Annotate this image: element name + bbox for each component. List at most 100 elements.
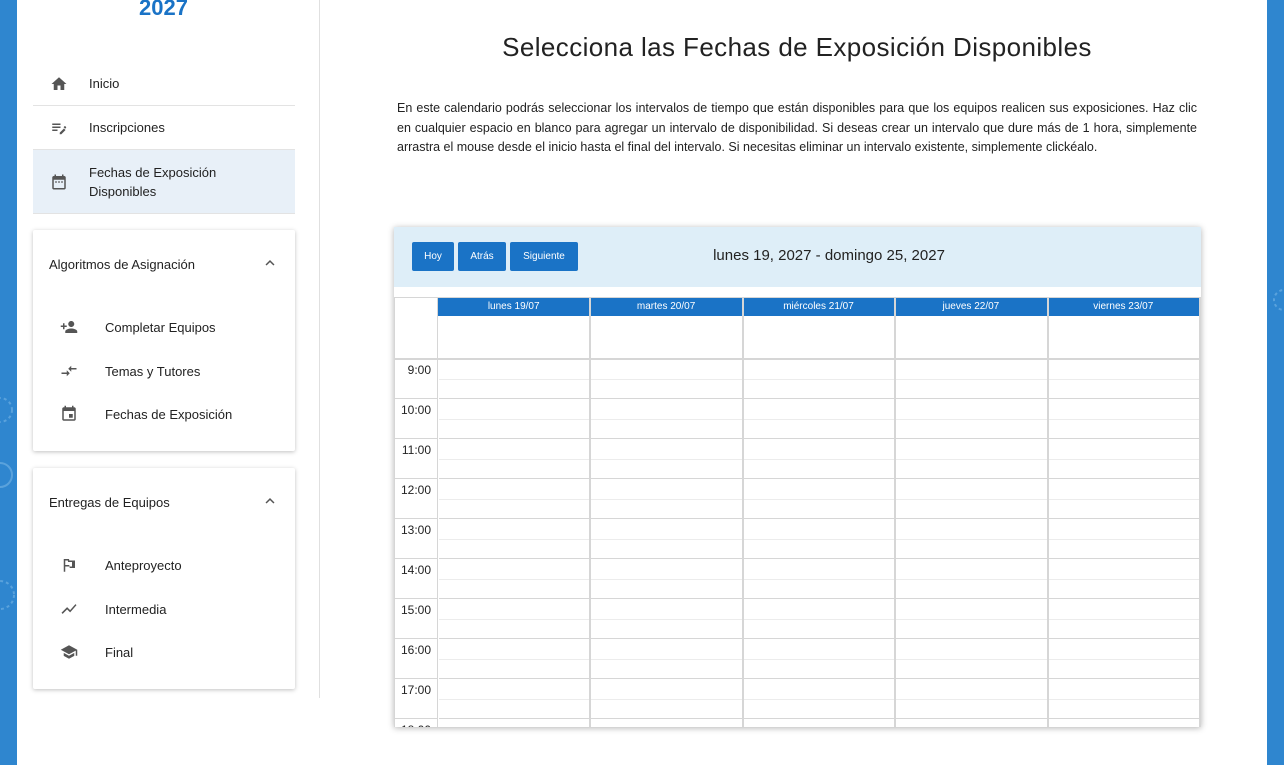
panel-header-algoritmos[interactable]: Algoritmos de Asignación xyxy=(49,254,279,274)
half-hour-line xyxy=(896,619,1047,620)
calendar-icon xyxy=(33,173,89,191)
availability-calendar: Hoy Atrás Siguiente lunes 19, 2027 - dom… xyxy=(394,227,1201,727)
grid-line xyxy=(394,598,437,599)
panel-header-entregas[interactable]: Entregas de Equipos xyxy=(49,492,279,512)
half-hour-line xyxy=(743,659,895,660)
time-label: 17:00 xyxy=(400,683,431,697)
half-hour-line xyxy=(743,499,895,500)
group-add-icon xyxy=(49,318,105,336)
half-hour-line xyxy=(591,499,742,500)
half-hour-line xyxy=(591,459,742,460)
all-day-slot[interactable] xyxy=(1048,316,1199,358)
time-label: 10:00 xyxy=(400,403,431,417)
half-hour-line xyxy=(1048,459,1199,460)
grid-line xyxy=(394,478,437,479)
half-hour-line xyxy=(439,619,590,620)
all-day-slot[interactable] xyxy=(743,316,894,358)
half-hour-line xyxy=(1048,379,1199,380)
half-hour-line xyxy=(439,419,590,420)
menu-item-label: Temas y Tutores xyxy=(105,363,201,379)
time-slot[interactable] xyxy=(439,719,589,727)
half-hour-line xyxy=(591,699,742,700)
grid-line xyxy=(394,438,437,439)
all-day-slot[interactable] xyxy=(590,316,741,358)
calendar-date-range: lunes 19, 2027 - domingo 25, 2027 xyxy=(713,247,945,264)
half-hour-line xyxy=(439,539,590,540)
half-hour-line xyxy=(591,539,742,540)
edit-note-icon xyxy=(33,119,89,137)
time-label: 12:00 xyxy=(400,483,431,497)
half-hour-line xyxy=(896,539,1047,540)
half-hour-line xyxy=(591,379,742,380)
day-header: lunes 19/07 xyxy=(438,298,590,316)
all-day-slot[interactable] xyxy=(438,316,589,358)
half-hour-line xyxy=(896,579,1047,580)
menu-item-temas-tutores[interactable]: Temas y Tutores xyxy=(49,358,279,384)
half-hour-line xyxy=(439,499,590,500)
grid-line xyxy=(394,518,437,519)
half-hour-line xyxy=(743,459,895,460)
app-window: 2027 Inicio Inscripciones Fechas de Expo… xyxy=(17,0,1267,765)
grid-line xyxy=(394,297,395,727)
time-slot[interactable] xyxy=(1049,719,1199,727)
time-label: 18:00 xyxy=(394,723,434,727)
day-header: viernes 23/07 xyxy=(1047,298,1199,316)
event-icon xyxy=(49,405,105,423)
sidebar-item-label: Inicio xyxy=(89,76,120,91)
trending-icon xyxy=(49,600,105,618)
half-hour-line xyxy=(743,619,895,620)
grid-line xyxy=(437,297,438,727)
menu-item-fechas-exposicion[interactable]: Fechas de Exposición xyxy=(49,401,279,427)
flag-icon xyxy=(49,556,105,574)
background-decoration xyxy=(0,0,18,765)
back-button[interactable]: Atrás xyxy=(458,242,506,271)
page-description: En este calendario podrás seleccionar lo… xyxy=(397,101,1197,154)
background-decoration-right xyxy=(1267,0,1284,765)
half-hour-line xyxy=(591,579,742,580)
half-hour-line xyxy=(439,459,590,460)
time-label: 9:00 xyxy=(407,363,431,377)
sidebar-item-inicio[interactable]: Inicio xyxy=(33,62,295,105)
half-hour-line xyxy=(1048,579,1199,580)
menu-item-label: Final xyxy=(105,644,134,660)
divider xyxy=(33,213,295,214)
menu-item-final[interactable]: Final xyxy=(49,639,279,665)
time-label: 16:00 xyxy=(400,643,431,657)
half-hour-line xyxy=(591,619,742,620)
grid-line xyxy=(394,398,437,399)
time-slot[interactable] xyxy=(744,719,894,727)
half-hour-line xyxy=(439,659,590,660)
grid-line xyxy=(1199,297,1201,727)
next-button[interactable]: Siguiente xyxy=(510,242,578,271)
half-hour-line xyxy=(439,699,590,700)
menu-item-completar-equipos[interactable]: Completar Equipos xyxy=(49,314,279,340)
time-slot[interactable] xyxy=(896,719,1046,727)
sidebar-item-inscripciones[interactable]: Inscripciones xyxy=(33,106,295,149)
panel-title: Entregas de Equipos xyxy=(49,494,170,510)
half-hour-line xyxy=(439,579,590,580)
half-hour-line xyxy=(1048,499,1199,500)
half-hour-line xyxy=(591,659,742,660)
half-hour-line xyxy=(896,459,1047,460)
grid-line xyxy=(394,678,437,679)
sidebar-year: 2027 xyxy=(139,0,188,20)
grid-line xyxy=(394,718,437,719)
sidebar-item-fechas-disponibles[interactable]: Fechas de Exposición Disponibles xyxy=(33,150,295,213)
swap-arrows-icon xyxy=(49,362,105,380)
half-hour-line xyxy=(743,579,895,580)
half-hour-line xyxy=(743,699,895,700)
half-hour-line xyxy=(591,419,742,420)
menu-item-intermedia[interactable]: Intermedia xyxy=(49,596,279,622)
menu-item-label: Completar Equipos xyxy=(105,319,216,335)
menu-item-anteproyecto[interactable]: Anteproyecto xyxy=(49,552,279,578)
all-day-slot[interactable] xyxy=(895,316,1046,358)
half-hour-line xyxy=(1048,619,1199,620)
page-title: Selecciona las Fechas de Exposición Disp… xyxy=(502,32,1092,62)
home-icon xyxy=(33,75,89,93)
half-hour-line xyxy=(743,419,895,420)
today-button[interactable]: Hoy xyxy=(412,242,454,271)
half-hour-line xyxy=(1048,419,1199,420)
time-slot[interactable] xyxy=(591,719,741,727)
sidebar-item-label: Fechas de Exposición Disponibles xyxy=(89,164,217,199)
calendar-toolbar: Hoy Atrás Siguiente lunes 19, 2027 - dom… xyxy=(394,227,1201,287)
